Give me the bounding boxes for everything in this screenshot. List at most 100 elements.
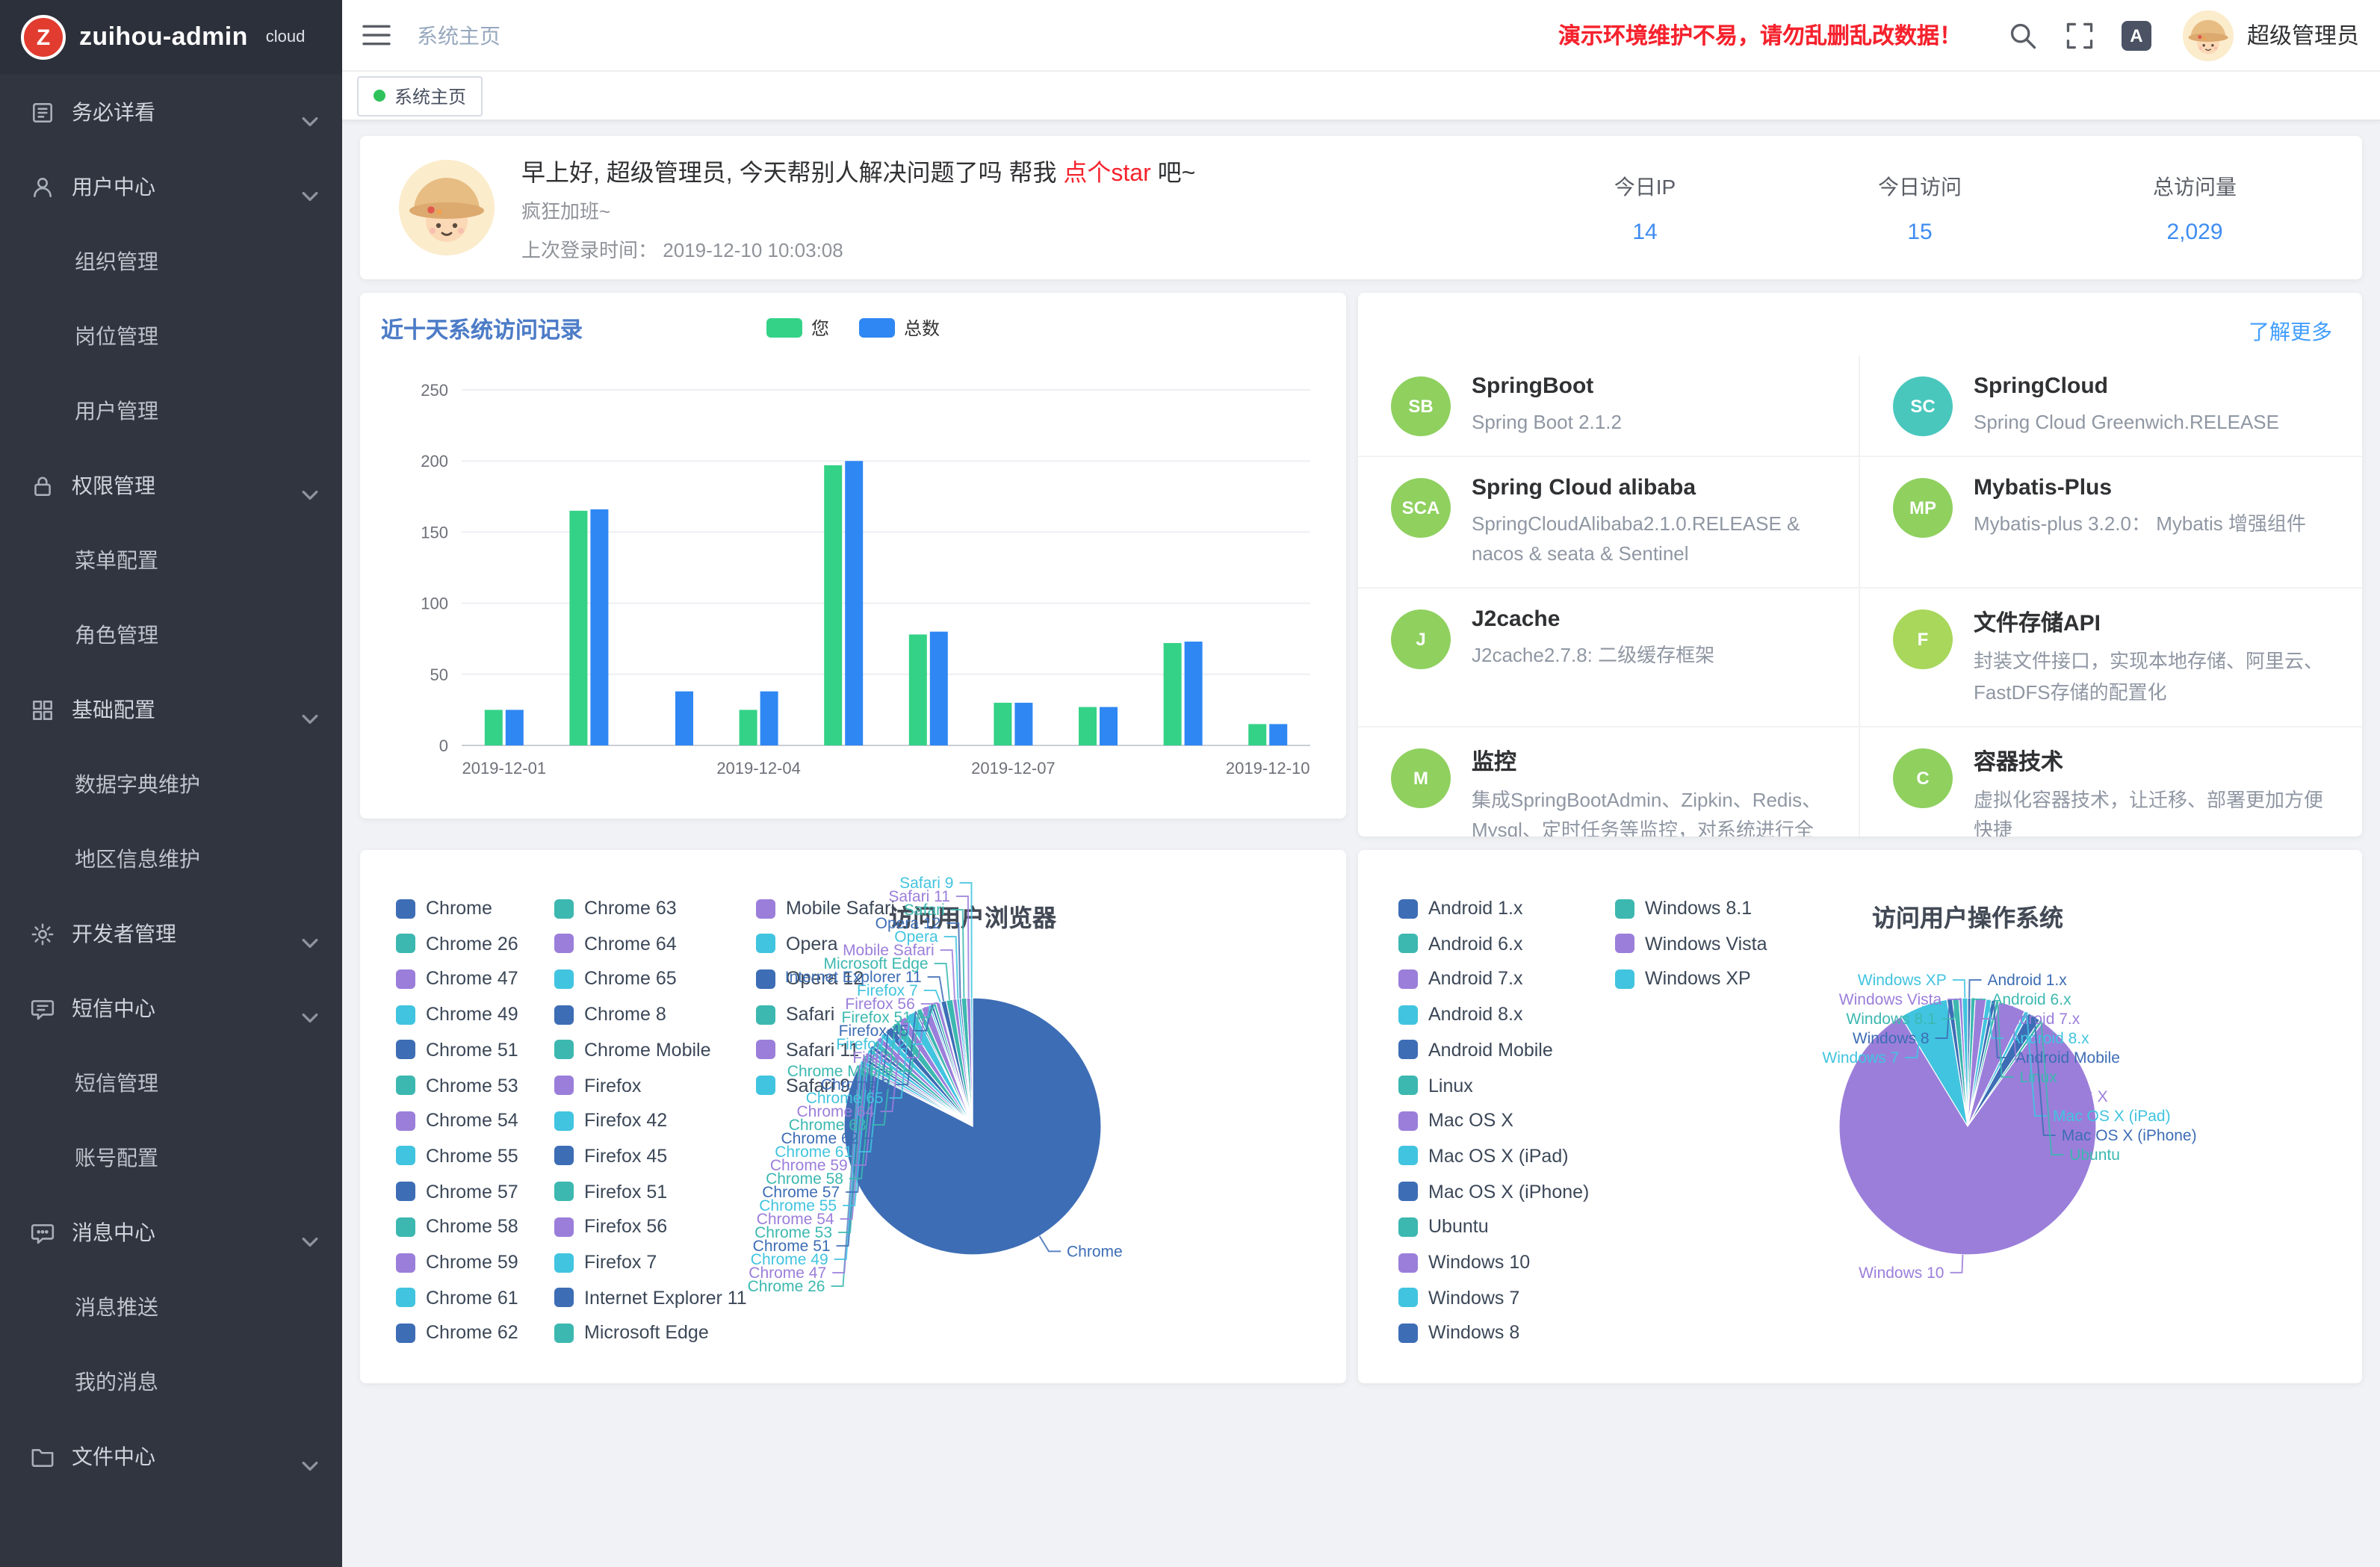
greeting-texts: 早上好, 超级管理员, 今天帮别人解决问题了吗 帮我 点个star 吧~ 疯狂加… (521, 152, 1603, 263)
bar--2019-12-05 (824, 465, 842, 745)
fullscreen-icon[interactable] (2065, 20, 2095, 50)
tech-card-desc: Spring Cloud Greenwich.RELEASE (1974, 408, 2279, 438)
bar--2019-12-10 (1248, 724, 1266, 745)
sidebar-item-auth-manage[interactable]: 权限管理 (0, 448, 342, 523)
greeting-message: 早上好, 超级管理员, 今天帮别人解决问题了吗 帮我 点个star 吧~ (521, 152, 1603, 188)
app-logo[interactable]: Z zuihou-admin cloud (0, 0, 342, 75)
sidebar-subitem-[interactable]: 角色管理 (0, 598, 342, 672)
tech-card-springboot[interactable]: SBSpringBootSpring Boot 2.1.2 (1358, 356, 1860, 457)
tech-card-api[interactable]: F文件存储API封装文件接口，实现本地存储、阿里云、FastDFS存储的配置化 (1860, 589, 2362, 727)
pie-label-line (928, 977, 943, 1001)
bar--2019-12-08 (1100, 707, 1118, 745)
sidebar-subitem-[interactable]: 地区信息维护 (0, 822, 342, 896)
tech-card-body: 文件存储API 封装文件接口，实现本地存储、阿里云、FastDFS存储的配置化 (1974, 607, 2329, 708)
tab-home[interactable]: 系统主页 (357, 75, 483, 116)
stat-label: 总访问量 (2153, 171, 2237, 201)
y-tick-label: 250 (421, 381, 448, 400)
message-icon (30, 1220, 55, 1245)
bar--2019-12-04 (740, 710, 757, 745)
sidebar-item-label: 务必详看 (72, 97, 302, 127)
legend-swatch-icon (766, 318, 802, 338)
tech-card-title: 文件存储API (1974, 607, 2329, 639)
star-link[interactable]: 点个star (1063, 161, 1150, 187)
menu-fold-icon[interactable] (360, 22, 393, 48)
y-tick-label: 100 (421, 595, 448, 613)
breadcrumb[interactable]: 系统主页 (417, 20, 501, 50)
sidebar-subitem-[interactable]: 岗位管理 (0, 299, 342, 373)
sidebar-subitem-[interactable]: 消息推送 (0, 1270, 342, 1344)
book-icon (30, 99, 55, 125)
legend-label: 您 (811, 315, 829, 341)
sidebar-item-sms-center[interactable]: 短信中心 (0, 971, 342, 1046)
x-tick-label: 2019-12-01 (462, 759, 547, 778)
greeting-suffix: 吧~ (1151, 161, 1196, 187)
sidebar-subitem-[interactable]: 短信管理 (0, 1046, 342, 1120)
username-label[interactable]: 超级管理员 (2247, 19, 2359, 51)
sidebar-subitem-[interactable]: 账号配置 (0, 1120, 342, 1195)
pie-label-chrome: Chrome (1067, 1243, 1123, 1260)
top-bar: 系统主页 演示环境维护不易，请勿乱删乱改数据！ A 超级管理员 (342, 0, 2380, 72)
tech-card-[interactable]: M监控集成SpringBootAdmin、Zipkin、Redis、Mysql、… (1358, 727, 1860, 837)
font-size-icon[interactable]: A (2122, 20, 2151, 50)
sidebar-subitem-[interactable]: 组织管理 (0, 224, 342, 299)
stat-label: 今日访问 (1878, 171, 1962, 201)
tech-badge-icon: C (1893, 748, 1953, 807)
active-tab-dot-icon (374, 90, 385, 102)
sidebar-item-developer[interactable]: 开发者管理 (0, 896, 342, 971)
chevron-down-icon (302, 107, 318, 117)
sidebar-item-file-center[interactable]: 文件中心 (0, 1419, 342, 1494)
tech-card-[interactable]: C容器技术虚拟化容器技术，让迁移、部署更加方便快捷 (1860, 727, 2362, 837)
learn-more-link[interactable]: 了解更多 (2249, 317, 2332, 347)
pie-label-windows-vista: Windows Vista (1839, 991, 1942, 1008)
demo-notice-text: 演示环境维护不易，请勿乱删乱改数据！ (1558, 19, 1962, 51)
pie-label-line (1040, 1236, 1061, 1251)
sidebar-menu: 务必详看用户中心组织管理岗位管理用户管理权限管理菜单配置角色管理基础配置数据字典… (0, 75, 342, 1494)
tech-card-spring-cloud-alibaba[interactable]: SCASpring Cloud alibabaSpringCloudAlibab… (1358, 457, 1860, 589)
pie-label-line (959, 883, 971, 998)
tech-grid: SBSpringBootSpring Boot 2.1.2SCSpringClo… (1358, 356, 2362, 837)
stat-value: 14 (1603, 219, 1687, 244)
chevron-down-icon (302, 1003, 318, 1014)
bar--2019-12-09 (1185, 642, 1203, 745)
browser-pie-panel: ChromeChrome 26Chrome 47Chrome 49Chrome … (360, 850, 1346, 1383)
sidebar-subitem-[interactable]: 用户管理 (0, 373, 342, 448)
tech-card-j2cache[interactable]: JJ2cacheJ2cache2.7.8: 二级缓存框架 (1358, 589, 1860, 727)
bar--2019-12-01 (485, 710, 503, 745)
tech-card-desc: 虚拟化容器技术，让迁移、部署更加方便快捷 (1974, 785, 2329, 837)
last-login-label: 上次登录时间： (521, 239, 657, 261)
stat-label: 今日IP (1603, 171, 1687, 201)
pie-label-android-8-x: Android 8.x (2009, 1030, 2089, 1047)
pie-label-windows-7: Windows 7 (1822, 1049, 1899, 1067)
legend-item-[interactable]: 总数 (859, 315, 940, 341)
sidebar-subitem-[interactable]: 数据字典维护 (0, 747, 342, 822)
tech-card-desc: 封装文件接口，实现本地存储、阿里云、FastDFS存储的配置化 (1974, 648, 2329, 708)
pie-label-windows-8: Windows 8 (1853, 1030, 1930, 1047)
legend-item-[interactable]: 您 (766, 315, 829, 341)
sidebar-item-user-center[interactable]: 用户中心 (0, 149, 342, 224)
tech-card-mybatis-plus[interactable]: MPMybatis-PlusMybatis-plus 3.2.0： Mybati… (1860, 457, 2362, 589)
sidebar-subitem-[interactable]: 我的消息 (0, 1344, 342, 1419)
sidebar-item-label: 文件中心 (72, 1442, 302, 1471)
bar--2019-12-05 (845, 461, 863, 745)
bar--2019-12-07 (1014, 703, 1032, 745)
tech-badge-icon: MP (1893, 478, 1953, 538)
search-icon[interactable] (2008, 20, 2038, 50)
sidebar: Z zuihou-admin cloud 务必详看用户中心组织管理岗位管理用户管… (0, 0, 342, 1567)
sidebar-item-message-center[interactable]: 消息中心 (0, 1195, 342, 1270)
sidebar-subitem-[interactable]: 菜单配置 (0, 523, 342, 598)
tech-card-springcloud[interactable]: SCSpringCloudSpring Cloud Greenwich.RELE… (1860, 356, 2362, 457)
chevron-down-icon (302, 928, 318, 939)
y-tick-label: 150 (421, 523, 448, 542)
tech-badge-icon: SCA (1391, 478, 1451, 538)
bar--2019-12-04 (760, 692, 778, 745)
bar--2019-12-02 (569, 511, 587, 745)
x-tick-label: 2019-12-07 (971, 759, 1056, 778)
user-avatar[interactable] (2183, 10, 2234, 60)
chevron-down-icon (302, 181, 318, 192)
greeting-avatar (399, 160, 495, 255)
bar--2019-12-06 (930, 632, 948, 745)
sidebar-item-base-config[interactable]: 基础配置 (0, 672, 342, 747)
legend-swatch-icon (859, 318, 895, 338)
sidebar-item-must-read[interactable]: 务必详看 (0, 75, 342, 149)
pie-label-safari-9: Safari 9 (899, 875, 953, 892)
